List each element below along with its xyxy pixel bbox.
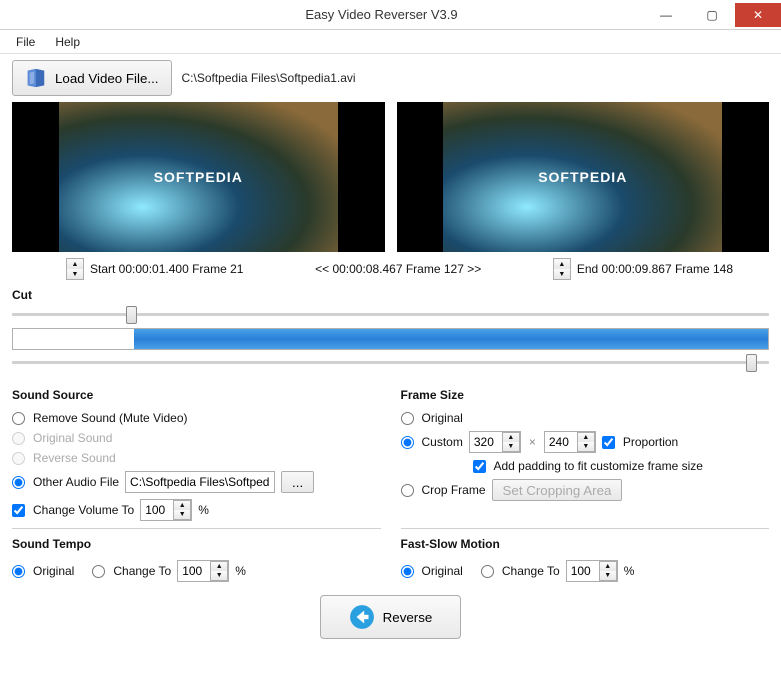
tempo-stepper[interactable]: ▲▼ [177,560,229,582]
cut-end-slider[interactable] [12,352,769,374]
frame-size-title: Frame Size [401,384,770,408]
sound-source-title: Sound Source [12,384,381,408]
reverse-sound-radio [12,452,25,465]
sound-tempo-title: Sound Tempo [12,533,381,557]
crop-frame-radio[interactable] [401,484,414,497]
start-label: Start 00:00:01.400 Frame 21 [90,262,243,276]
remove-sound-label: Remove Sound (Mute Video) [33,411,188,425]
times-icon: × [527,435,538,449]
tempo-change-label: Change To [113,564,171,578]
motion-original-radio[interactable] [401,565,414,578]
height-stepper[interactable]: ▲▼ [544,431,596,453]
middle-label: << 00:00:08.467 Frame 127 >> [315,262,481,276]
height-value[interactable] [545,432,577,452]
reverse-button[interactable]: Reverse [320,595,462,639]
other-audio-path[interactable] [125,471,275,493]
tempo-value[interactable] [178,561,210,581]
end-label: End 00:00:09.867 Frame 148 [577,262,733,276]
motion-change-radio[interactable] [481,565,494,578]
slider-thumb[interactable] [126,306,137,324]
end-frame-stepper[interactable]: ▲ ▼ [553,258,571,280]
padding-checkbox[interactable] [473,460,486,473]
menu-file[interactable]: File [8,33,43,51]
fs-custom-label: Custom [422,435,463,449]
motion-title: Fast-Slow Motion [401,533,770,557]
volume-stepper[interactable]: ▲▼ [140,499,192,521]
preview-left-frame: SOFTPEDIA [59,102,338,252]
cut-start-slider[interactable] [12,304,769,326]
preview-right-frame: SOFTPEDIA [443,102,722,252]
minimize-button[interactable]: — [643,3,689,27]
reverse-label: Reverse [383,610,433,625]
original-sound-label: Original Sound [33,431,112,445]
fs-original-radio[interactable] [401,412,414,425]
volume-value[interactable] [141,500,173,520]
arrow-left-circle-icon [349,604,375,630]
motion-stepper[interactable]: ▲▼ [566,560,618,582]
start-frame-stepper[interactable]: ▲ ▼ [66,258,84,280]
motion-value[interactable] [567,561,599,581]
motion-unit: % [624,564,635,578]
chevron-up-icon[interactable]: ▲ [554,259,570,269]
change-volume-checkbox[interactable] [12,504,25,517]
fs-custom-radio[interactable] [401,436,414,449]
book-icon [25,67,47,89]
proportion-label: Proportion [623,435,678,449]
maximize-button[interactable]: ▢ [689,3,735,27]
crop-frame-label: Crop Frame [422,483,486,497]
file-path: C:\Softpedia Files\Softpedia1.avi [182,71,356,85]
original-sound-radio [12,432,25,445]
title-bar: Easy Video Reverser V3.9 — ▢ ✕ [0,0,781,30]
slider-thumb[interactable] [746,354,757,372]
set-cropping-button: Set Cropping Area [492,479,623,501]
menu-bar: File Help [0,30,781,54]
load-video-label: Load Video File... [55,71,159,86]
cut-progress [12,328,769,350]
reverse-sound-label: Reverse Sound [33,451,116,465]
width-stepper[interactable]: ▲▼ [469,431,521,453]
volume-unit: % [198,503,209,517]
tempo-original-label: Original [33,564,74,578]
tempo-original-radio[interactable] [12,565,25,578]
other-audio-label: Other Audio File [33,475,119,489]
chevron-up-icon[interactable]: ▲ [67,259,83,269]
width-value[interactable] [470,432,502,452]
chevron-down-icon[interactable]: ▼ [554,269,570,279]
tempo-change-radio[interactable] [92,565,105,578]
padding-label: Add padding to fit customize frame size [494,459,703,473]
motion-original-label: Original [422,564,463,578]
cut-group-title: Cut [12,288,769,302]
preview-left: SOFTPEDIA [12,102,385,252]
window-title: Easy Video Reverser V3.9 [120,7,643,22]
tempo-unit: % [235,564,246,578]
close-button[interactable]: ✕ [735,3,781,27]
chevron-down-icon[interactable]: ▼ [67,269,83,279]
browse-button[interactable]: ... [281,471,314,493]
remove-sound-radio[interactable] [12,412,25,425]
change-volume-label: Change Volume To [33,503,134,517]
load-video-button[interactable]: Load Video File... [12,60,172,96]
proportion-checkbox[interactable] [602,436,615,449]
menu-help[interactable]: Help [47,33,88,51]
other-audio-radio[interactable] [12,476,25,489]
motion-change-label: Change To [502,564,560,578]
fs-original-label: Original [422,411,463,425]
preview-right: SOFTPEDIA [397,102,770,252]
